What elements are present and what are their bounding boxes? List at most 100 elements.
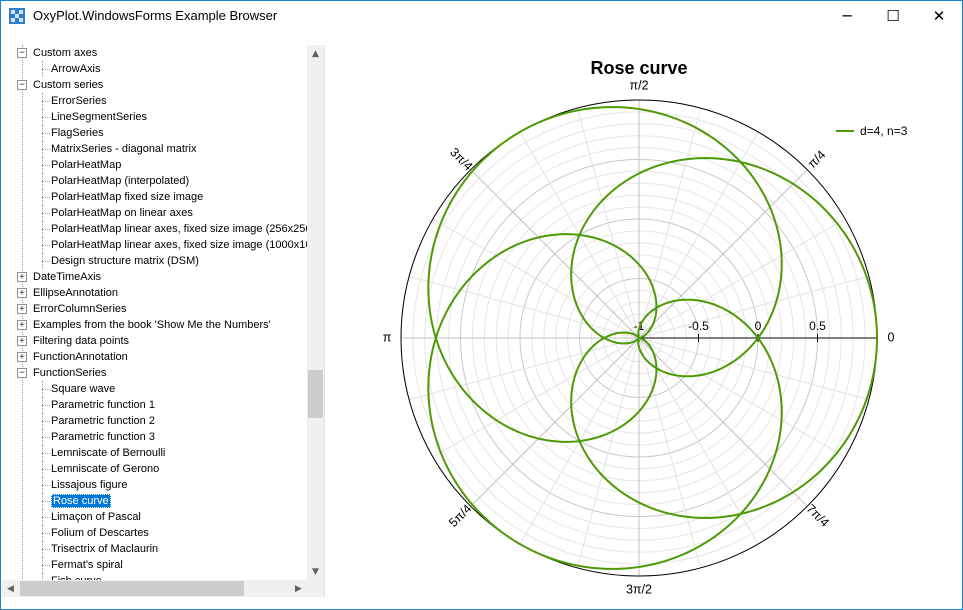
scroll-right-icon[interactable]: ▶ bbox=[290, 580, 307, 597]
example-tree-panel: − Custom axes ArrowAxis − Custom series Error… bbox=[2, 45, 325, 598]
window-title: OxyPlot.WindowsForms Example Browser bbox=[33, 8, 278, 23]
tree-item-label: Fermat's spiral bbox=[51, 559, 123, 571]
scrollbar-corner bbox=[307, 580, 324, 597]
tree-item-lemniscate-of-bernoulli[interactable]: Lemniscate of Bernoulli bbox=[51, 445, 165, 461]
tree-item-lemniscate-of-gerono[interactable]: Lemniscate of Gerono bbox=[51, 461, 159, 477]
tree-item-label: Trisectrix of Maclaurin bbox=[51, 543, 159, 555]
expand-icon[interactable]: + bbox=[17, 304, 27, 314]
rose-curve-chart[interactable]: -1 -0.5 0 0.50π/4π/23π/4π5π/43π/27π/4d=4, n… bbox=[326, 45, 952, 598]
tree-branch-line bbox=[42, 189, 43, 205]
collapse-icon[interactable]: − bbox=[17, 48, 27, 58]
main-window: OxyPlot.WindowsForms Example Browser ─ ☐… bbox=[0, 0, 963, 610]
tree-branch-line bbox=[42, 541, 43, 557]
tree-item-polarheatmap-on-linear-axes[interactable]: PolarHeatMap on linear axes bbox=[51, 205, 193, 221]
grid-spoke bbox=[576, 107, 640, 339]
tree-item-lissajous-figure[interactable]: Lissajous figure bbox=[51, 477, 127, 493]
magnitude-tick-label: 0 bbox=[755, 319, 762, 333]
tree-item-parametric-function-3[interactable]: Parametric function 3 bbox=[51, 429, 155, 445]
app-icon bbox=[9, 8, 25, 24]
tree-item-label: Custom axes bbox=[33, 47, 98, 59]
tree-item-errorseries[interactable]: ErrorSeries bbox=[51, 93, 107, 109]
minimize-button[interactable]: ─ bbox=[824, 1, 870, 31]
close-icon: ✕ bbox=[932, 7, 946, 25]
collapse-icon[interactable]: − bbox=[17, 368, 27, 378]
tree-item-label: PolarHeatMap (interpolated) bbox=[51, 175, 190, 187]
expand-icon[interactable]: + bbox=[17, 352, 27, 362]
tree-item-folium-of-descartes[interactable]: Folium of Descartes bbox=[51, 525, 149, 541]
expand-icon[interactable]: + bbox=[17, 288, 27, 298]
chart-title: Rose curve bbox=[590, 58, 687, 78]
scroll-left-icon[interactable]: ◀ bbox=[2, 580, 19, 597]
tree-item-square-wave[interactable]: Square wave bbox=[51, 381, 115, 397]
tree-branch-line bbox=[42, 381, 43, 397]
title-bar[interactable]: OxyPlot.WindowsForms Example Browser ─ ☐… bbox=[1, 1, 962, 31]
tree-item-label: Square wave bbox=[51, 383, 116, 395]
tree-item-label: FlagSeries bbox=[51, 127, 104, 139]
tree-branch-line bbox=[42, 501, 50, 502]
tree-item-fermat-s-spiral[interactable]: Fermat's spiral bbox=[51, 557, 123, 573]
grid-spoke bbox=[638, 337, 702, 569]
maximize-button[interactable]: ☐ bbox=[870, 1, 916, 31]
tree-branch-line bbox=[42, 405, 50, 406]
tree-item-label: Lissajous figure bbox=[51, 479, 128, 491]
grid-spoke bbox=[408, 275, 640, 339]
tree-item-label: EllipseAnnotation bbox=[33, 287, 119, 299]
tree-branch-line bbox=[42, 413, 43, 429]
tree-branch-line bbox=[42, 397, 43, 413]
tree-item-matrixseries-diagonal-matrix[interactable]: MatrixSeries - diagonal matrix bbox=[51, 141, 197, 157]
angle-label: 7π/4 bbox=[804, 502, 832, 530]
tree-branch-line bbox=[42, 421, 50, 422]
tree-item-label: Parametric function 1 bbox=[51, 399, 155, 411]
tree-item-label: Design structure matrix (DSM) bbox=[51, 255, 199, 267]
tree-item-label: MatrixSeries - diagonal matrix bbox=[51, 143, 197, 155]
tree-item-polarheatmap-fixed-size-image[interactable]: PolarHeatMap fixed size image bbox=[51, 189, 203, 205]
plot-view[interactable]: -1 -0.5 0 0.5 0 π/4 π/2 3π/4 π 5π/4 3π/2 7π/4 d=4, n… bbox=[326, 45, 952, 598]
scroll-up-icon[interactable]: ▲ bbox=[307, 45, 324, 62]
close-button[interactable]: ✕ bbox=[916, 1, 962, 31]
tree-item-label: Lemniscate of Gerono bbox=[51, 463, 160, 475]
tree-branch-line bbox=[42, 221, 43, 237]
legend-entry: d=4, n=3 bbox=[860, 124, 908, 138]
collapse-icon[interactable]: − bbox=[17, 80, 27, 90]
tree-item-polarheatmap-linear-axes-fixed-size-image-256x256[interactable]: PolarHeatMap linear axes, fixed size ima… bbox=[51, 221, 307, 237]
expand-icon[interactable]: + bbox=[17, 320, 27, 330]
tree-branch-line bbox=[42, 205, 43, 221]
tree-item-label: FunctionSeries bbox=[33, 367, 107, 379]
tree-item-lima-on-of-pascal[interactable]: Limaçon of Pascal bbox=[51, 509, 141, 525]
angle-label: 0 bbox=[888, 330, 895, 344]
tree-item-label: Custom series bbox=[33, 79, 104, 91]
scroll-down-icon[interactable]: ▼ bbox=[307, 563, 324, 580]
tree-item-linesegmentseries[interactable]: LineSegmentSeries bbox=[51, 109, 147, 125]
expand-icon[interactable]: + bbox=[17, 272, 27, 282]
tree-item-label: Filtering data points bbox=[33, 335, 129, 347]
horizontal-scroll-thumb[interactable] bbox=[20, 581, 244, 596]
grid-spoke bbox=[470, 169, 640, 339]
vertical-scroll-thumb[interactable] bbox=[308, 370, 323, 418]
tree-branch-line bbox=[42, 229, 50, 230]
vertical-scrollbar[interactable]: ▲ ▼ bbox=[307, 45, 324, 580]
tree-item-trisectrix-of-maclaurin[interactable]: Trisectrix of Maclaurin bbox=[51, 541, 158, 557]
horizontal-scrollbar[interactable]: ◀ ▶ bbox=[2, 580, 307, 597]
tree-branch-line bbox=[42, 157, 43, 173]
tree-item-design-structure-matrix-dsm[interactable]: Design structure matrix (DSM) bbox=[51, 253, 199, 269]
tree-item-rose-curve[interactable]: Rose curve bbox=[51, 493, 111, 509]
tree-item-polarheatmap-linear-axes-fixed-size-image-1000x1000[interactable]: PolarHeatMap linear axes, fixed size ima… bbox=[51, 237, 307, 253]
tree-branch-line bbox=[42, 213, 50, 214]
tree-branch-line bbox=[42, 237, 43, 253]
expand-icon[interactable]: + bbox=[17, 336, 27, 346]
example-tree[interactable]: − Custom axes ArrowAxis − Custom series Error… bbox=[2, 45, 307, 580]
tree-branch-line bbox=[42, 493, 43, 509]
tree-item-polarheatmap[interactable]: PolarHeatMap bbox=[51, 157, 121, 173]
magnitude-tick-label: -0.5 bbox=[688, 319, 709, 333]
grid-spoke bbox=[576, 337, 640, 569]
tree-item-parametric-function-1[interactable]: Parametric function 1 bbox=[51, 397, 155, 413]
tree-item-arrowaxis[interactable]: ArrowAxis bbox=[51, 61, 101, 77]
tree-item-flagseries[interactable]: FlagSeries bbox=[51, 125, 104, 141]
angle-label: 3π/2 bbox=[626, 582, 652, 596]
tree-branch-line bbox=[42, 533, 50, 534]
tree-branch-line bbox=[42, 93, 43, 109]
tree-item-polarheatmap-interpolated[interactable]: PolarHeatMap (interpolated) bbox=[51, 173, 189, 189]
tree-item-label: Folium of Descartes bbox=[51, 527, 149, 539]
tree-item-fish-curve[interactable]: Fish curve bbox=[51, 573, 102, 580]
tree-item-parametric-function-2[interactable]: Parametric function 2 bbox=[51, 413, 155, 429]
